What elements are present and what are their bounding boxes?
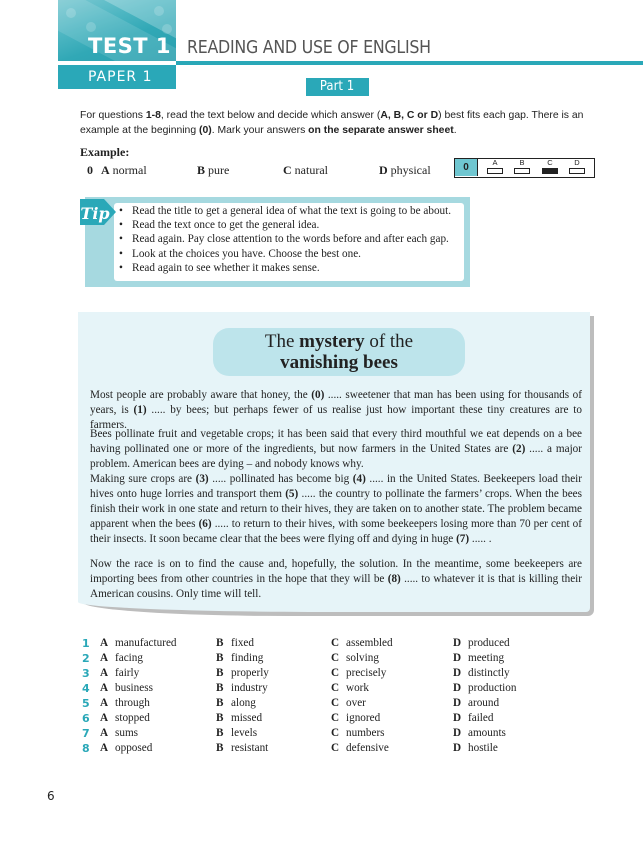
question-row: 2 Afacing Bfinding Csolving Dmeeting [82, 652, 505, 665]
tip-list: Read the title to get a general idea of … [118, 204, 451, 275]
question-row: 6 Astopped Bmissed Cignored Dfailed [82, 712, 494, 725]
part-badge: Part 1 [306, 78, 369, 96]
tip-item: Read the text once to get the general id… [118, 218, 451, 232]
test-label: TEST 1 [88, 34, 172, 58]
answer-options: 1 Amanufactured Bfixed Cassembled Dprodu… [82, 636, 582, 756]
example-option-a: A normal [101, 163, 147, 177]
answer-mark-b: B [513, 159, 531, 174]
question-row: 5 Athrough Balong Cover Daround [82, 697, 500, 710]
question-row: 4 Abusiness Bindustry Cwork Dproduction [82, 682, 517, 695]
answer-mark-d: D [568, 159, 586, 174]
tip-icon: Tip [80, 199, 116, 225]
tip-item: Read again to see whether it makes sense… [118, 261, 451, 275]
example-option-b: B pure [197, 163, 230, 177]
page-number: 6 [47, 789, 55, 803]
header-rule [176, 61, 643, 65]
tip-item: Read again. Pay close attention to the w… [118, 232, 451, 246]
answer-mark-a: A [486, 159, 504, 174]
example-number: 0 [87, 163, 93, 177]
example-option-d: D physical [379, 163, 431, 177]
paragraph-3: Making sure crops are (3) ..... pollinat… [90, 473, 582, 545]
instructions: For questions 1-8, read the text below a… [80, 110, 584, 136]
svg-text:Tip: Tip [80, 204, 109, 223]
example-label: Example: [80, 145, 130, 159]
example-option-c: C natural [283, 163, 328, 177]
question-row: 3 Afairly Bproperly Cprecisely Ddistinct… [82, 667, 510, 680]
paragraph-4: Now the race is on to find the cause and… [90, 558, 582, 600]
section-title: READING AND USE OF ENGLISH [187, 37, 431, 58]
question-row: 1 Amanufactured Bfixed Cassembled Dprodu… [82, 637, 510, 650]
question-row: 8 Aopposed Bresistant Cdefensive Dhostil… [82, 742, 498, 755]
article-title: The mystery of the vanishing bees [213, 328, 465, 376]
answer-box-number: 0 [455, 159, 478, 176]
paper-label: PAPER 1 [58, 65, 176, 89]
question-row: 7 Asums Blevels Cnumbers Damounts [82, 727, 506, 740]
paragraph-2: Bees pollinate fruit and vegetable crops… [90, 428, 582, 470]
answer-mark-c: C [541, 159, 559, 174]
tip-item: Look at the choices you have. Choose the… [118, 247, 451, 261]
tip-item: Read the title to get a general idea of … [118, 204, 451, 218]
example-answer-box: 0 A B C D [454, 158, 595, 178]
